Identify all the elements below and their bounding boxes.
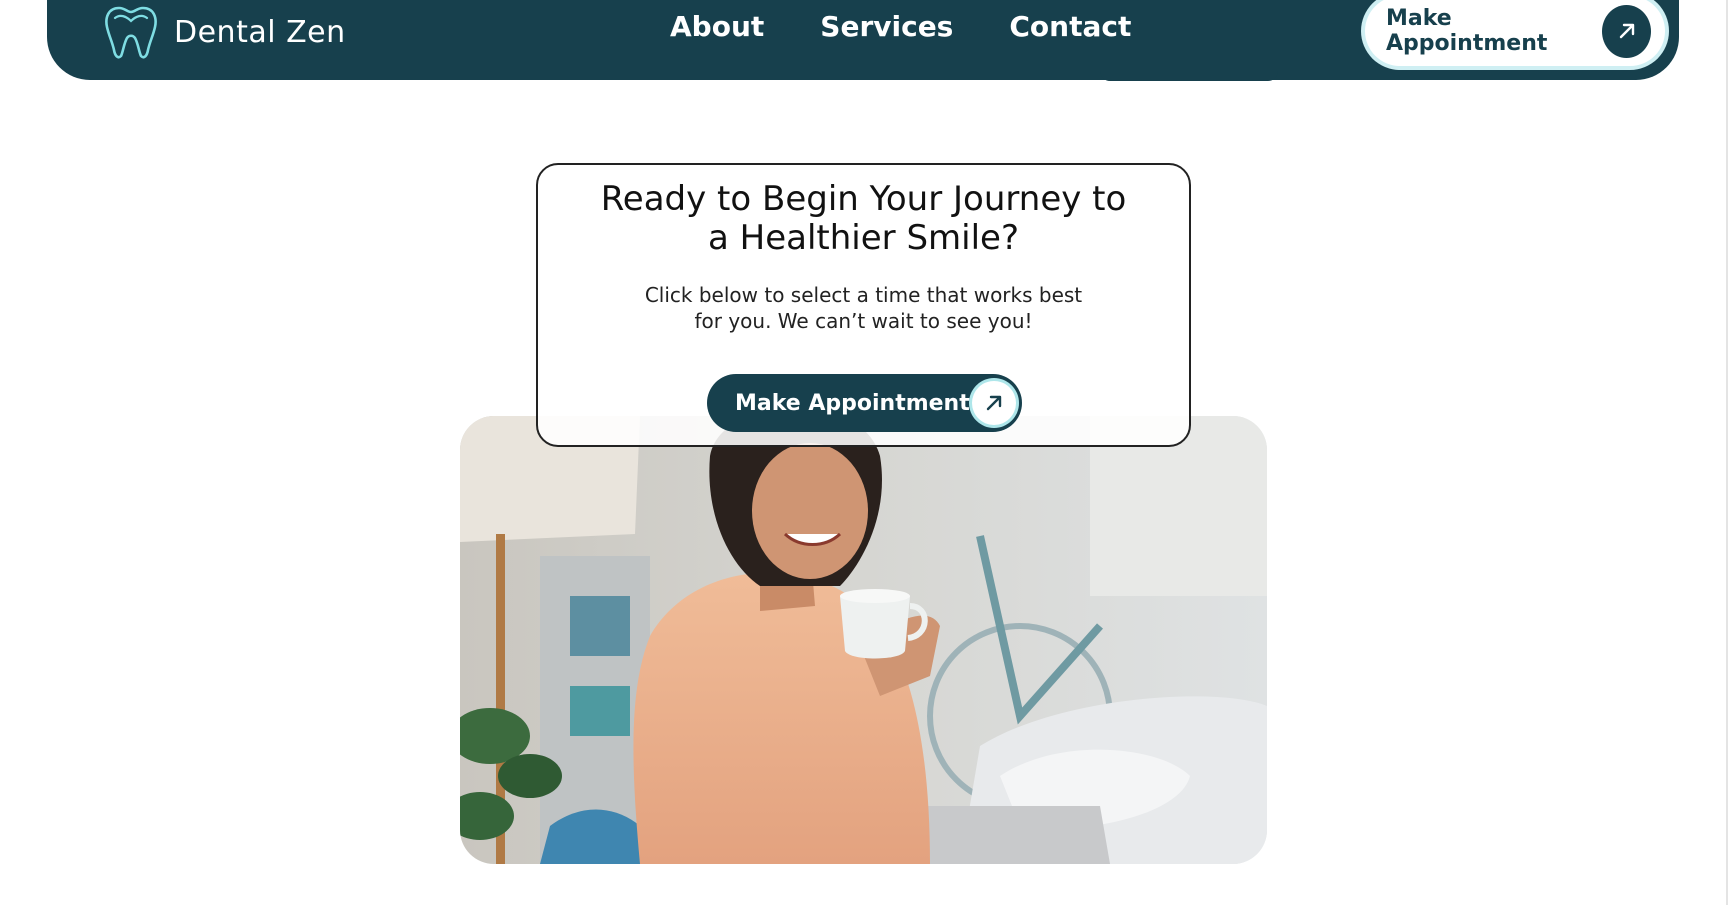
card-description: Click below to select a time that works …: [644, 283, 1083, 333]
nav-link-about[interactable]: About: [670, 10, 764, 43]
nav-link-contact[interactable]: Contact: [1009, 10, 1131, 43]
woman-drinking-coffee-photo: [460, 416, 1267, 864]
nav-link-services[interactable]: Services: [820, 10, 953, 43]
nav-make-appointment-button[interactable]: Make Appointment: [1365, 0, 1665, 66]
make-appointment-label: Make Appointment: [735, 390, 970, 416]
brand-name: Dental Zen: [174, 14, 346, 50]
nav-decoration: [1100, 66, 1278, 81]
top-navigation-bar: Dental Zen About Services Contact Make A…: [47, 0, 1679, 80]
arrow-up-right-icon: [972, 381, 1016, 425]
nav-make-appointment-label: Make Appointment: [1386, 6, 1548, 56]
card-title: Ready to Begin Your Journey to a Healthi…: [600, 179, 1127, 258]
make-appointment-button[interactable]: Make Appointment: [707, 374, 1022, 432]
tooth-logo-icon: [102, 3, 160, 61]
appointment-callout-card: Ready to Begin Your Journey to a Healthi…: [536, 163, 1191, 447]
brand[interactable]: Dental Zen: [102, 2, 346, 62]
arrow-up-right-icon: [1602, 4, 1651, 58]
nav-links: About Services Contact: [670, 10, 1131, 43]
